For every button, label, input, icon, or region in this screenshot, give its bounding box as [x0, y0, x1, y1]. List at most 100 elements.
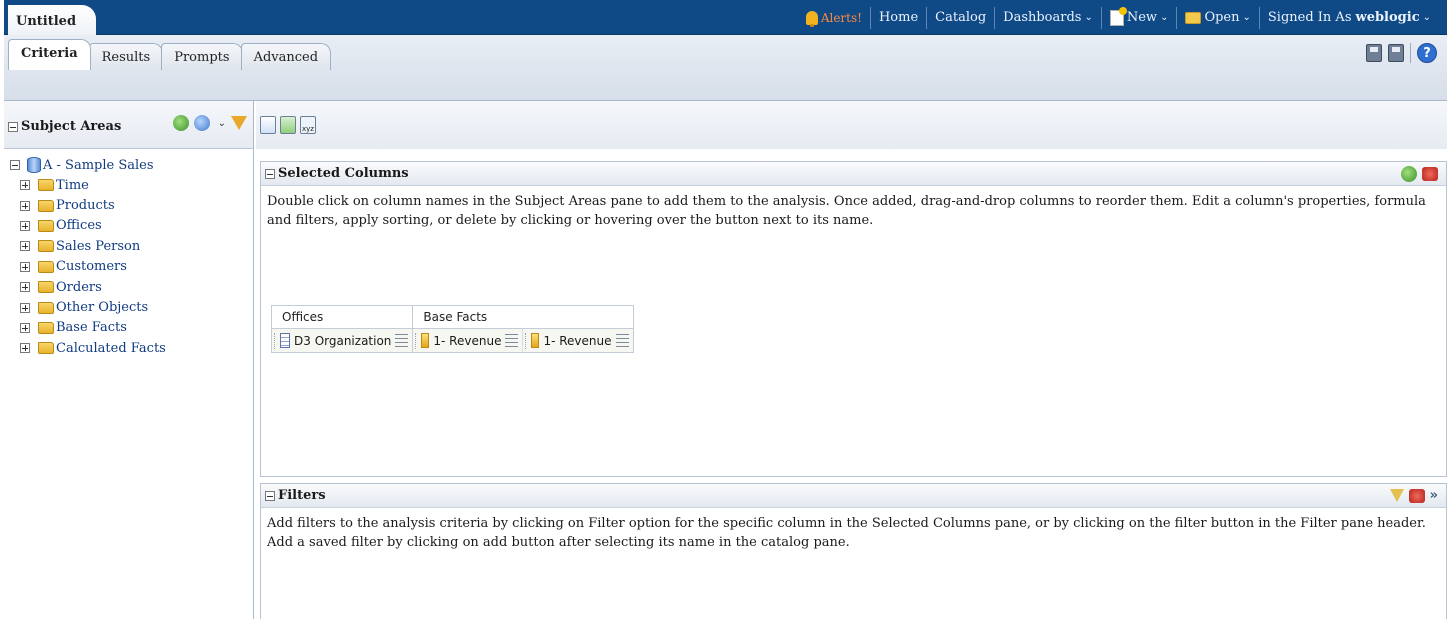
add-column-icon[interactable] — [1401, 165, 1417, 182]
expand-icon[interactable] — [20, 180, 30, 191]
analysis-title-tab[interactable]: Untitled — [8, 5, 96, 35]
chevron-down-icon[interactable]: ⌄ — [218, 118, 226, 129]
tree-folder-label: Calculated Facts — [56, 340, 166, 356]
open-label: Open — [1204, 10, 1240, 25]
tree-folder-calculated-facts[interactable]: Calculated Facts — [20, 338, 253, 358]
drag-handle-icon[interactable] — [525, 332, 528, 349]
username: weblogic — [1355, 10, 1420, 25]
subject-areas-title: Subject Areas — [8, 119, 121, 134]
filters-header: Filters » — [261, 484, 1446, 508]
column-options-icon[interactable] — [615, 334, 629, 347]
tree-folder-label: Base Facts — [56, 320, 127, 336]
tab-toolbar: ? — [1366, 43, 1437, 63]
tree-folder-sales-person[interactable]: Sales Person — [20, 236, 253, 256]
subject-areas-tools: ⌄ — [172, 115, 247, 131]
tree-folder-orders[interactable]: Orders — [20, 277, 253, 297]
tab-criteria[interactable]: Criteria — [8, 39, 91, 70]
catalog-link[interactable]: Catalog — [926, 6, 994, 29]
remove-all-icon[interactable] — [1422, 166, 1438, 181]
user-menu[interactable]: Signed In As weblogic ⌄ — [1258, 6, 1439, 29]
drag-handle-icon[interactable] — [415, 332, 418, 349]
filter-icon[interactable] — [231, 116, 247, 130]
collapse-icon[interactable] — [265, 168, 275, 179]
measure-column-icon — [531, 333, 540, 348]
expand-icon[interactable] — [20, 322, 30, 333]
collapse-icon[interactable] — [8, 121, 18, 132]
help-icon[interactable]: ? — [1417, 43, 1437, 63]
column-chip[interactable]: D3 Organization — [272, 329, 413, 352]
folder-icon — [38, 219, 54, 232]
column-options-icon[interactable] — [505, 334, 519, 347]
tree-folder-label: Products — [56, 198, 115, 214]
tree-folders: Time Products Offices Sales Person Custo… — [10, 175, 253, 359]
save-as-icon[interactable] — [1388, 44, 1404, 62]
selected-columns-help-text: Double click on column names in the Subj… — [267, 194, 1426, 228]
selected-columns-tools — [1401, 165, 1438, 182]
alerts-link[interactable]: Alerts! — [798, 7, 870, 29]
chevron-down-icon: ⌄ — [1160, 12, 1169, 23]
expand-icon[interactable] — [20, 241, 30, 252]
selected-columns-title: Selected Columns — [278, 166, 409, 181]
column-label: D3 Organization — [294, 333, 392, 348]
expand-icon[interactable] — [20, 220, 30, 231]
tab-prompts[interactable]: Prompts — [161, 43, 243, 70]
subject-areas-label: Subject Areas — [21, 119, 122, 134]
column-group-base-facts: Base Facts 1- Revenue 1- Revenue — [413, 306, 633, 352]
filters-help-text: Add filters to the analysis criteria by … — [267, 516, 1426, 550]
save-icon[interactable] — [1366, 44, 1382, 62]
filters-title: Filters — [278, 488, 326, 503]
folder-icon — [38, 301, 54, 314]
new-label: New — [1126, 10, 1158, 25]
expand-icon[interactable] — [20, 343, 30, 354]
folder-icon — [38, 240, 54, 253]
editor-tab-bar: Criteria Results Prompts Advanced ? — [4, 35, 1447, 101]
tab-results[interactable]: Results — [88, 43, 164, 70]
expand-icon[interactable] — [20, 282, 30, 293]
column-group-header: Base Facts — [413, 306, 633, 329]
tree-root[interactable]: A - Sample Sales — [10, 155, 253, 175]
folder-icon — [38, 199, 54, 212]
selected-columns-section: Selected Columns Double click on column … — [260, 161, 1447, 477]
global-nav: Alerts! Home Catalog Dashboards ⌄ New ⌄ … — [798, 0, 1439, 35]
new-menu[interactable]: New ⌄ — [1100, 6, 1177, 29]
tree-folder-customers[interactable]: Customers — [20, 257, 253, 277]
tree-folder-label: Sales Person — [56, 238, 141, 254]
column-label: 1- Revenue — [433, 333, 502, 348]
tree-folder-offices[interactable]: Offices — [20, 216, 253, 236]
expand-icon[interactable] — [20, 200, 30, 211]
criteria-main: xyz Selected Columns Double click on col… — [256, 101, 1447, 619]
column-chip[interactable]: 1- Revenue — [523, 329, 633, 352]
dashboards-menu[interactable]: Dashboards ⌄ — [994, 6, 1101, 29]
database-icon — [27, 157, 41, 173]
collapse-icon[interactable] — [10, 160, 20, 170]
filters-section: Filters » Add filters to the analysis cr… — [260, 483, 1447, 619]
show-saved-filter-icon[interactable] — [260, 116, 276, 134]
dashboards-label: Dashboards — [1003, 10, 1082, 25]
column-properties-icon[interactable]: xyz — [300, 116, 316, 134]
column-chip[interactable]: 1- Revenue — [413, 329, 524, 352]
tree-folder-products[interactable]: Products — [20, 195, 253, 215]
expand-icon[interactable] — [20, 302, 30, 313]
expand-icon[interactable] — [20, 261, 30, 272]
tree-folder-base-facts[interactable]: Base Facts — [20, 318, 253, 338]
criteria-toolbar: xyz — [256, 101, 1447, 149]
tree-folder-other-objects[interactable]: Other Objects — [20, 297, 253, 317]
add-subject-area-icon[interactable] — [172, 115, 189, 131]
selected-columns-header: Selected Columns — [261, 162, 1446, 186]
column-options-icon[interactable] — [395, 334, 409, 347]
remove-filters-icon[interactable] — [1408, 488, 1425, 503]
folder-icon — [38, 321, 54, 334]
open-menu[interactable]: Open ⌄ — [1176, 6, 1258, 29]
chevron-right-icon[interactable]: » — [1430, 488, 1438, 503]
tab-advanced[interactable]: Advanced — [240, 43, 332, 70]
collapse-icon[interactable] — [265, 490, 275, 501]
selected-columns-table: Offices D3 Organization Base Facts 1- Re… — [271, 305, 634, 353]
tree-folder-time[interactable]: Time — [20, 175, 253, 195]
bell-icon — [805, 10, 818, 27]
drag-handle-icon[interactable] — [274, 332, 277, 349]
refresh-icon[interactable] — [193, 115, 210, 131]
folder-icon — [38, 281, 54, 294]
sort-icon[interactable] — [280, 116, 296, 134]
add-filter-icon[interactable] — [1389, 489, 1404, 502]
home-link[interactable]: Home — [869, 6, 926, 29]
